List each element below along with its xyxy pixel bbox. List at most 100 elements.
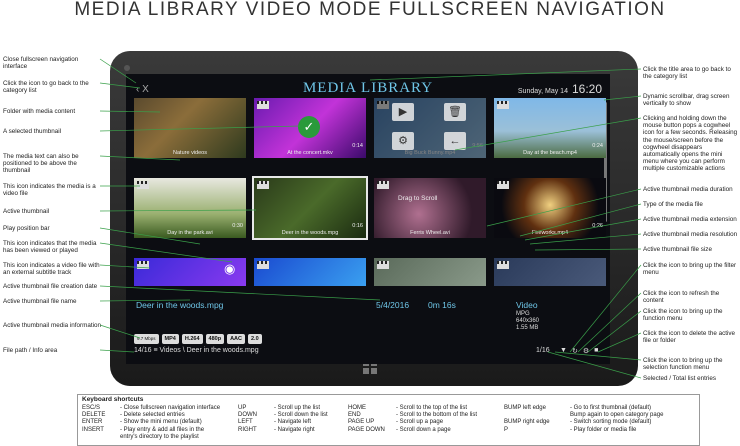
video-file-icon	[377, 261, 389, 269]
left-annotation-label: Close fullscreen navigation interface	[3, 56, 79, 71]
thumbnail-duration: 0:16	[352, 223, 363, 229]
shortcut-column: UP - Scroll up the list DOWN - Scroll down …	[238, 405, 328, 434]
keyboard-shortcuts-box: Keyboard shortcuts ESC/S - Close fullscre…	[77, 394, 700, 446]
gear-icon[interactable]: ⚙	[583, 347, 589, 355]
shortcut-row: ENTER - Show the mini menu (default)	[82, 419, 220, 426]
shortcut-column: BUMP left edge - Go to first thumbnail (d…	[504, 405, 663, 434]
right-annotation-label: Active thumbnail media extension	[643, 216, 737, 223]
refresh-icon[interactable]: ↻	[572, 347, 578, 355]
shortcut-action: - Switch sorting mode (default)	[570, 419, 652, 426]
thumbnail[interactable]: Ferris Wheel.avi	[374, 178, 486, 238]
shortcut-key: P	[504, 426, 509, 433]
thumbnail-duration: 0:30	[232, 223, 243, 229]
trash-icon[interactable]: ■	[594, 347, 598, 355]
gear-menu-icon[interactable]: ⚙	[392, 132, 414, 150]
thumbnail-caption: Fireworks.mp4	[531, 230, 569, 236]
shortcut-action: - Delete selected entries	[120, 412, 185, 419]
shortcut-row: HOME - Scroll to the top of the list	[348, 405, 477, 412]
right-annotation-label: Click the title area to go back to the c…	[643, 66, 731, 81]
shortcut-row: BUMP left edge - Go to first thumbnail (d…	[504, 405, 663, 412]
drag-to-scroll-hint: Drag to Scroll	[398, 195, 438, 202]
video-file-icon	[497, 261, 509, 269]
shortcut-key: LEFT	[238, 419, 253, 426]
left-annotation-label: Click the icon to go back to the categor…	[3, 80, 89, 95]
page-heading: MEDIA LIBRARY VIDEO MODE FULLSCREEN NAVI…	[74, 0, 666, 20]
right-annotation-label: Active thumbnail media resolution	[643, 231, 738, 238]
thumbnail-duration: 0:14	[352, 143, 363, 149]
shortcut-key: UP	[238, 405, 247, 411]
video-file-icon	[497, 181, 509, 189]
viewed-eye-icon: ◉	[224, 261, 236, 276]
shortcut-row: END - Scroll to the bottom of the list	[348, 412, 477, 419]
thumbnail[interactable]: Deer in the woods.mpg 0:16	[252, 176, 368, 240]
shortcut-key: ENTER	[82, 419, 103, 426]
left-annotation-label: Active thumbnail file name	[3, 298, 77, 305]
shortcut-row: BUMP right edge - Switch sorting mode (de…	[504, 419, 663, 426]
shortcut-action: - Scroll to the bottom of the list	[396, 412, 478, 419]
shortcut-action: Bump again to open category page	[570, 412, 664, 419]
date-text: Sunday, May 14	[517, 88, 568, 95]
shortcut-action: - Play folder or media file	[570, 426, 637, 433]
right-annotation-label: Clicking and holding down the mouse butt…	[643, 115, 738, 173]
thumbnail-caption: Day in the park.avi	[167, 230, 213, 236]
shortcut-key: HOME	[348, 405, 366, 411]
video-file-icon	[377, 181, 389, 189]
shortcut-action: - Scroll down a page	[396, 426, 451, 433]
shortcut-action: - Scroll up the list	[274, 405, 321, 411]
right-annotation-label: Type of the media file	[643, 201, 703, 208]
shortcut-row: DELETE - Delete selected entries	[82, 412, 220, 419]
audio-badge: AAC	[227, 334, 245, 344]
back-menu-icon[interactable]: ←	[444, 132, 466, 150]
video-file-icon	[137, 261, 149, 269]
shortcut-action: - Go to first thumbnail (default)	[570, 405, 652, 411]
active-resolution: 640x360	[516, 318, 540, 324]
right-annotation-label: Dynamic scrollbar, drag screen verticall…	[643, 93, 730, 108]
shortcut-row: RIGHT - Navigate right	[238, 427, 328, 434]
thumbnail[interactable]: Fireworks.mp4 0:26	[494, 178, 606, 238]
channels-badge: 2.0	[247, 334, 262, 344]
thumbnail-duration: 0:24	[592, 143, 603, 149]
shortcut-action: - Play entry & add all files in the	[120, 426, 205, 433]
shortcut-row: ESC/S - Close fullscreen navigation inter…	[82, 405, 220, 412]
thumbnail-caption: At the concert.mkv	[287, 150, 333, 156]
right-annotation-label: Active thumbnail media duration	[643, 186, 733, 193]
shortcut-row: LEFT - Navigate left	[238, 419, 328, 426]
codec-badge: H.264	[181, 334, 203, 344]
thumbnail-caption: Day at the beach.mp4	[523, 150, 577, 156]
left-annotation-label: Active thumbnail media information	[3, 322, 101, 329]
thumbnail[interactable]: Nature videos	[134, 98, 246, 158]
shortcut-key: PAGE DOWN	[348, 426, 385, 433]
resolution-badge: 480p	[205, 334, 225, 344]
right-annotation-label: Selected / Total list entries	[643, 375, 717, 382]
media-library-screen: ‹ X MEDIA LIBRARY Sunday, May 14 16:20 Na…	[126, 74, 610, 364]
shortcut-action: - Scroll down the list	[274, 412, 328, 419]
active-creation-date: 5/4/2016	[376, 300, 410, 310]
trash-menu-icon[interactable]: 🗑	[444, 103, 466, 121]
thumbnail[interactable]: Day at the beach.mp4 0:24	[494, 98, 606, 158]
shortcut-key: END	[348, 412, 361, 419]
selected-check-icon: ✓	[298, 116, 320, 138]
thumbnail[interactable]	[494, 258, 606, 286]
play-menu-icon[interactable]: ▶	[392, 103, 414, 121]
left-annotation-label: This icon indicates the media is a video…	[3, 183, 96, 198]
shortcut-key: BUMP left edge	[504, 405, 546, 411]
video-file-icon	[137, 181, 149, 189]
thumbnail[interactable]	[374, 258, 486, 286]
shortcut-column: ESC/S - Close fullscreen navigation inter…	[82, 405, 220, 441]
shortcut-key: DELETE	[82, 412, 106, 419]
thumbnail[interactable]: Day in the park.avi 0:30	[134, 178, 246, 238]
video-file-icon	[257, 101, 269, 109]
shortcut-action: - Close fullscreen navigation interface	[120, 405, 221, 411]
left-annotation-label: Folder with media content	[3, 108, 76, 115]
left-annotation-label: The media text can also be positioned to…	[3, 153, 79, 175]
time-text: 16:20	[571, 82, 602, 96]
shortcut-key: PAGE UP	[348, 419, 375, 426]
thumbnail[interactable]	[254, 258, 366, 286]
shortcut-row: DOWN - Scroll down the list	[238, 412, 328, 419]
filter-icon[interactable]: ▼	[560, 347, 567, 355]
video-file-icon	[497, 101, 509, 109]
selected-total-count: 1/16	[536, 347, 550, 354]
left-annotation-label: Active thumbnail file creation date	[3, 283, 98, 290]
shortcut-key: RIGHT	[238, 426, 257, 433]
camera-icon	[124, 65, 130, 71]
